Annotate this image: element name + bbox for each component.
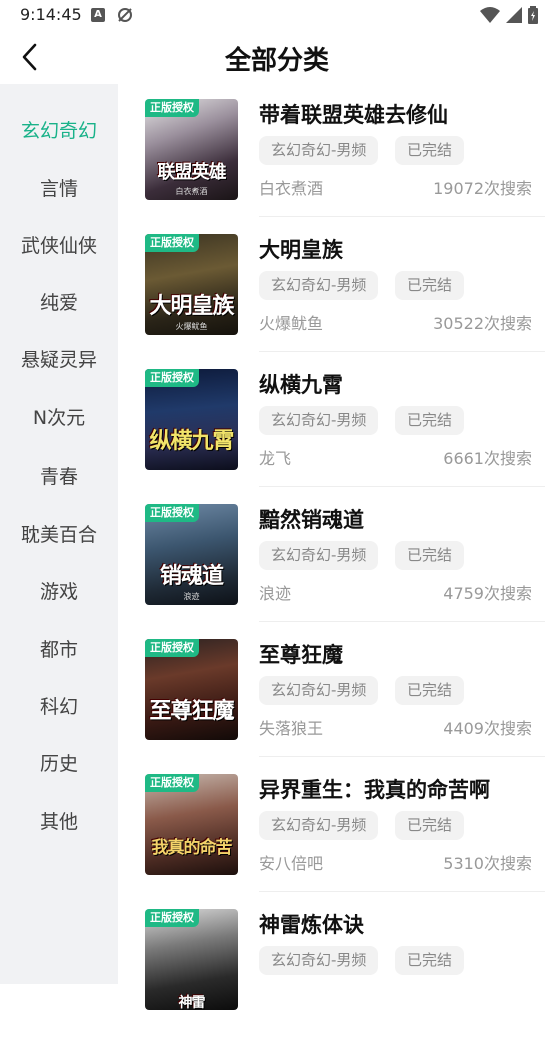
cover-author: 白衣煮酒 xyxy=(175,187,208,196)
battery-icon xyxy=(528,6,538,24)
book-author: 火爆鱿鱼 xyxy=(259,314,324,333)
license-badge: 正版授权 xyxy=(145,504,199,522)
divider xyxy=(259,351,545,352)
divider xyxy=(259,216,545,217)
search-count: 4759次搜索 xyxy=(443,584,532,603)
cover-title: 纵横九霄 xyxy=(149,428,234,454)
sidebar-item-xuanhuan[interactable]: 玄幻奇幻 xyxy=(0,116,118,143)
license-badge: 正版授权 xyxy=(145,774,199,792)
cover-author: 火爆鱿鱼 xyxy=(175,322,208,331)
book-item[interactable]: 正版授权 销魂道 浪迹 黯然销魂道 玄幻奇幻-男频 已完结 浪迹 4759次搜索 xyxy=(145,504,545,638)
cover-title: 神雷 xyxy=(178,995,206,1010)
book-title[interactable]: 纵横九霄 xyxy=(259,369,343,399)
sidebar-item-dushi[interactable]: 都市 xyxy=(0,635,118,662)
book-cover[interactable]: 正版授权 神雷 xyxy=(145,909,238,1010)
divider xyxy=(259,621,545,622)
license-badge: 正版授权 xyxy=(145,909,199,927)
sidebar-item-xuanyi[interactable]: 悬疑灵异 xyxy=(0,345,118,372)
divider xyxy=(259,891,545,892)
status-tag: 已完结 xyxy=(395,271,465,300)
book-item[interactable]: 正版授权 大明皇族 火爆鱿鱼 大明皇族 玄幻奇幻-男频 已完结 火爆鱿鱼 305… xyxy=(145,234,545,368)
page-title: 全部分类 xyxy=(224,46,329,76)
status-bar: 9:14:45 A xyxy=(0,0,554,30)
book-author: 安八倍吧 xyxy=(259,854,324,873)
status-icons xyxy=(480,6,538,24)
book-author: 浪迹 xyxy=(259,584,292,603)
sidebar-item-qita[interactable]: 其他 xyxy=(0,807,118,834)
status-tag: 已完结 xyxy=(395,676,465,705)
book-item[interactable]: 正版授权 至尊狂魔 至尊狂魔 玄幻奇幻-男频 已完结 失落狼王 4409次搜索 xyxy=(145,639,545,773)
book-item[interactable]: 正版授权 神雷 神雷炼体诀 玄幻奇幻-男频 已完结 xyxy=(145,909,545,1043)
category-tag: 玄幻奇幻-男频 xyxy=(259,541,379,570)
book-cover[interactable]: 正版授权 联盟英雄 白衣煮酒 xyxy=(145,99,238,200)
book-title[interactable]: 异界重生：我真的命苦啊 xyxy=(259,774,490,804)
book-title[interactable]: 至尊狂魔 xyxy=(259,639,343,669)
book-author: 龙飞 xyxy=(259,449,292,468)
category-tag: 玄幻奇幻-男频 xyxy=(259,271,379,300)
search-count: 4409次搜索 xyxy=(443,719,532,738)
book-item[interactable]: 正版授权 纵横九霄 纵横九霄 玄幻奇幻-男频 已完结 龙飞 6661次搜索 xyxy=(145,369,545,503)
category-tag: 玄幻奇幻-男频 xyxy=(259,811,379,840)
divider xyxy=(259,756,545,757)
book-item[interactable]: 正版授权 我真的命苦 异界重生：我真的命苦啊 玄幻奇幻-男频 已完结 安八倍吧 … xyxy=(145,774,545,908)
license-badge: 正版授权 xyxy=(145,369,199,387)
wifi-icon xyxy=(480,7,500,23)
a-icon: A xyxy=(91,8,105,22)
book-item[interactable]: 正版授权 联盟英雄 白衣煮酒 带着联盟英雄去修仙 玄幻奇幻-男频 已完结 白衣煮… xyxy=(145,99,545,233)
book-title[interactable]: 黯然销魂道 xyxy=(259,504,364,534)
license-badge: 正版授权 xyxy=(145,639,199,657)
sidebar-item-yanqing[interactable]: 言情 xyxy=(0,174,118,201)
header: 全部分类 xyxy=(0,30,554,84)
book-cover[interactable]: 正版授权 至尊狂魔 xyxy=(145,639,238,740)
category-sidebar: 玄幻奇幻 言情 武侠仙侠 纯爱 悬疑灵异 N次元 青春 耽美百合 游戏 都市 科… xyxy=(0,84,118,984)
divider xyxy=(259,486,545,487)
status-tag: 已完结 xyxy=(395,946,465,975)
search-count: 6661次搜索 xyxy=(443,449,532,468)
cover-title: 大明皇族 xyxy=(149,293,234,319)
book-cover[interactable]: 正版授权 大明皇族 火爆鱿鱼 xyxy=(145,234,238,335)
license-badge: 正版授权 xyxy=(145,99,199,117)
sidebar-item-nciyuan[interactable]: N次元 xyxy=(0,403,118,430)
book-title[interactable]: 大明皇族 xyxy=(259,234,343,264)
status-tag: 已完结 xyxy=(395,811,465,840)
cover-author: 浪迹 xyxy=(183,592,200,601)
search-count: 30522次搜索 xyxy=(433,314,532,333)
book-cover[interactable]: 正版授权 我真的命苦 xyxy=(145,774,238,875)
book-cover[interactable]: 正版授权 销魂道 浪迹 xyxy=(145,504,238,605)
category-tag: 玄幻奇幻-男频 xyxy=(259,946,379,975)
sidebar-item-qingchun[interactable]: 青春 xyxy=(0,462,118,489)
cover-title: 联盟英雄 xyxy=(157,162,227,183)
status-time: 9:14:45 xyxy=(20,5,82,24)
book-author: 失落狼王 xyxy=(259,719,324,738)
cover-title: 销魂道 xyxy=(159,563,224,589)
sidebar-item-youxi[interactable]: 游戏 xyxy=(0,577,118,604)
book-title[interactable]: 带着联盟英雄去修仙 xyxy=(259,99,448,129)
sidebar-item-kehuan[interactable]: 科幻 xyxy=(0,692,118,719)
license-badge: 正版授权 xyxy=(145,234,199,252)
search-count: 19072次搜索 xyxy=(433,179,532,198)
status-tag: 已完结 xyxy=(395,406,465,435)
book-author: 白衣煮酒 xyxy=(259,179,324,198)
sidebar-item-wuxia[interactable]: 武侠仙侠 xyxy=(0,231,118,258)
book-cover[interactable]: 正版授权 纵横九霄 xyxy=(145,369,238,470)
status-tag: 已完结 xyxy=(395,541,465,570)
sidebar-item-lishi[interactable]: 历史 xyxy=(0,749,118,776)
cover-title: 至尊狂魔 xyxy=(149,698,234,724)
signal-icon xyxy=(506,7,522,23)
sidebar-item-chunai[interactable]: 纯爱 xyxy=(0,288,118,315)
book-title[interactable]: 神雷炼体诀 xyxy=(259,909,364,939)
search-count: 5310次搜索 xyxy=(443,854,532,873)
sync-off-icon xyxy=(118,8,132,22)
category-tag: 玄幻奇幻-男频 xyxy=(259,676,379,705)
category-tag: 玄幻奇幻-男频 xyxy=(259,406,379,435)
sidebar-item-danmei[interactable]: 耽美百合 xyxy=(0,520,118,547)
cover-title: 我真的命苦 xyxy=(151,838,233,858)
category-tag: 玄幻奇幻-男频 xyxy=(259,136,379,165)
status-tag: 已完结 xyxy=(395,136,465,165)
